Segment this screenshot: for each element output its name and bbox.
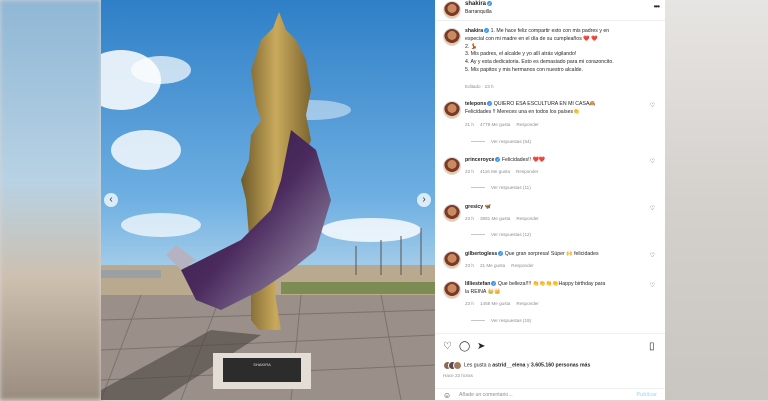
avatar[interactable] [443, 101, 461, 119]
more-options-icon[interactable]: ••• [654, 2, 660, 11]
reply-button[interactable]: Responder [511, 263, 533, 268]
reply-button[interactable]: Responder [516, 216, 538, 221]
like-comment-heart-icon[interactable]: ♡ [650, 205, 655, 212]
post-photo[interactable]: SHAKIRA [101, 0, 435, 400]
like-comment-heart-icon[interactable]: ♡ [650, 158, 655, 165]
post-timestamp: Hace 23 horas [443, 373, 473, 378]
comment-icon[interactable]: ◯ [459, 342, 470, 352]
backdrop-left [0, 0, 101, 400]
comment-text: princeroyce ✓ Felicidades!! ❤️❤️ [465, 157, 546, 163]
avatar[interactable] [443, 28, 461, 46]
view-replies-button[interactable]: Ver respuestas (11) [471, 185, 531, 190]
avatar[interactable] [443, 157, 461, 175]
previous-image-button[interactable]: ‹ [104, 193, 118, 207]
view-replies-button[interactable]: Ver respuestas (54) [471, 139, 531, 144]
comment-meta: 23 h 1458 Me gusta Responder [465, 301, 539, 306]
likes-summary[interactable]: Les gusta a astrid__elena y 3.605.160 pe… [443, 361, 590, 370]
comment-input[interactable]: Añade un comentario... [459, 392, 513, 398]
caption-username[interactable]: shakira [465, 28, 483, 34]
location-link[interactable]: Barranquilla [465, 9, 492, 15]
comment-text: lilliestefan ✓ Que belleza!!!! 👏👏👏👏Happy … [465, 281, 606, 295]
verified-icon: ✓ [491, 281, 497, 287]
avatar[interactable] [443, 251, 461, 269]
like-comment-heart-icon[interactable]: ♡ [650, 252, 655, 259]
next-image-button[interactable]: › [417, 193, 431, 207]
reply-button[interactable]: Responder [516, 169, 538, 174]
post-comment-button[interactable]: Publicar [637, 392, 657, 398]
reply-button[interactable]: Responder [516, 301, 538, 306]
avatar[interactable] [443, 281, 461, 299]
plaque-text: SHAKIRA [253, 362, 271, 367]
comment-meta: 23 h 3881 Me gusta Responder [465, 216, 539, 221]
verified-icon: ✓ [487, 101, 493, 107]
avatar[interactable] [443, 204, 461, 222]
view-replies-button[interactable]: Ver respuestas (12) [471, 232, 531, 237]
like-comment-heart-icon[interactable]: ♡ [650, 282, 655, 289]
like-heart-icon[interactable]: ♡ [443, 342, 452, 352]
comment-text: telepons ✓ QUIERO ESA ESCULTURA EN MI CAS… [465, 101, 596, 115]
verified-icon: ✓ [495, 157, 501, 163]
comment-meta: 23 h 4116 Me gusta Responder [465, 169, 539, 174]
caption-text: shakira ✓ 1. Me hace feliz compartir esto… [465, 28, 614, 73]
avatar[interactable] [443, 1, 461, 19]
comment-meta: 21 h 4778 Me gusta Responder [465, 122, 539, 127]
like-comment-heart-icon[interactable]: ♡ [650, 102, 655, 109]
post-panel: shakira ✓ Barranquilla ••• shakira ✓ 1. Me… [435, 0, 665, 400]
backdrop-right [665, 0, 768, 400]
verified-icon: ✓ [487, 1, 493, 6]
reply-button[interactable]: Responder [516, 122, 538, 127]
action-bar: ♡ ◯ ➤ ▯ [435, 333, 665, 362]
verified-icon: ✓ [498, 251, 504, 257]
view-replies-button[interactable]: Ver respuestas (19) [471, 318, 531, 323]
share-icon[interactable]: ➤ [477, 342, 485, 352]
add-comment-bar: ☺ Añade un comentario... Publicar [435, 388, 665, 401]
statue-photo: SHAKIRA [101, 0, 435, 400]
post-header: shakira ✓ Barranquilla ••• [435, 0, 665, 21]
save-bookmark-icon[interactable]: ▯ [649, 342, 655, 352]
caption-timestamp: Editado · 23 h [465, 84, 494, 89]
comment-text: gilbertogless ✓ Que gran sorpresa! Súper … [465, 251, 599, 257]
header-username[interactable]: shakira ✓ [465, 1, 493, 7]
liker-avatars [443, 361, 462, 370]
emoji-icon[interactable]: ☺ [443, 391, 451, 400]
comment-text: gresicy 🦋 [465, 204, 492, 210]
verified-icon: ✓ [484, 28, 490, 34]
comment-meta: 23 h 21 Me gusta Responder [465, 263, 534, 268]
